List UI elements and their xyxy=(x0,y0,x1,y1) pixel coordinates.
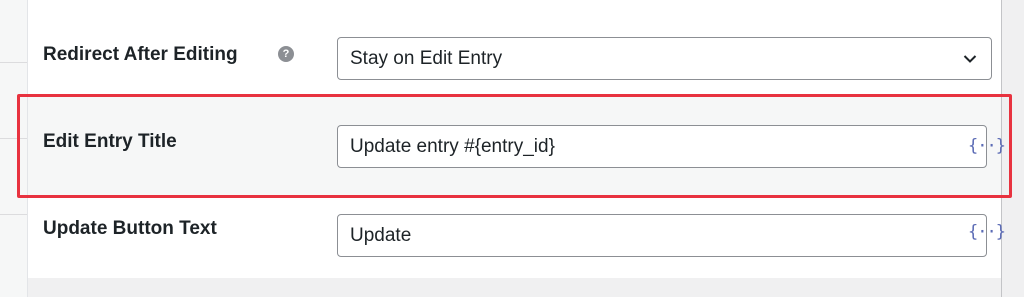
settings-screen: Redirect After Editing ? Stay on Edit En… xyxy=(0,0,1024,297)
left-gutter xyxy=(0,0,28,297)
update-button-text-input[interactable]: Update xyxy=(337,214,987,257)
update-button-text-value: Update xyxy=(350,224,412,246)
redirect-after-editing-label: Redirect After Editing xyxy=(43,44,238,65)
edit-entry-title-label: Edit Entry Title xyxy=(43,131,177,152)
update-button-text-row: Update Button Text Update {··} xyxy=(28,198,1006,278)
edit-entry-title-value: Update entry #{entry_id} xyxy=(350,135,555,157)
chevron-down-icon xyxy=(963,54,977,63)
merge-tags-icon[interactable]: {··} xyxy=(968,220,1006,244)
redirect-after-editing-row: Redirect After Editing ? Stay on Edit En… xyxy=(28,0,1001,95)
gutter-divider xyxy=(0,214,27,215)
gutter-divider xyxy=(0,62,27,63)
redirect-selected-value: Stay on Edit Entry xyxy=(350,47,503,69)
redirect-after-editing-select[interactable]: Stay on Edit Entry xyxy=(337,37,992,80)
help-icon[interactable]: ? xyxy=(278,46,294,62)
edit-entry-title-row: Edit Entry Title Update entry #{entry_id… xyxy=(28,97,1006,195)
update-button-text-label: Update Button Text xyxy=(43,218,217,239)
merge-tags-icon[interactable]: {··} xyxy=(968,134,1006,158)
edit-entry-title-input[interactable]: Update entry #{entry_id} xyxy=(337,125,987,168)
gutter-divider xyxy=(0,138,27,139)
